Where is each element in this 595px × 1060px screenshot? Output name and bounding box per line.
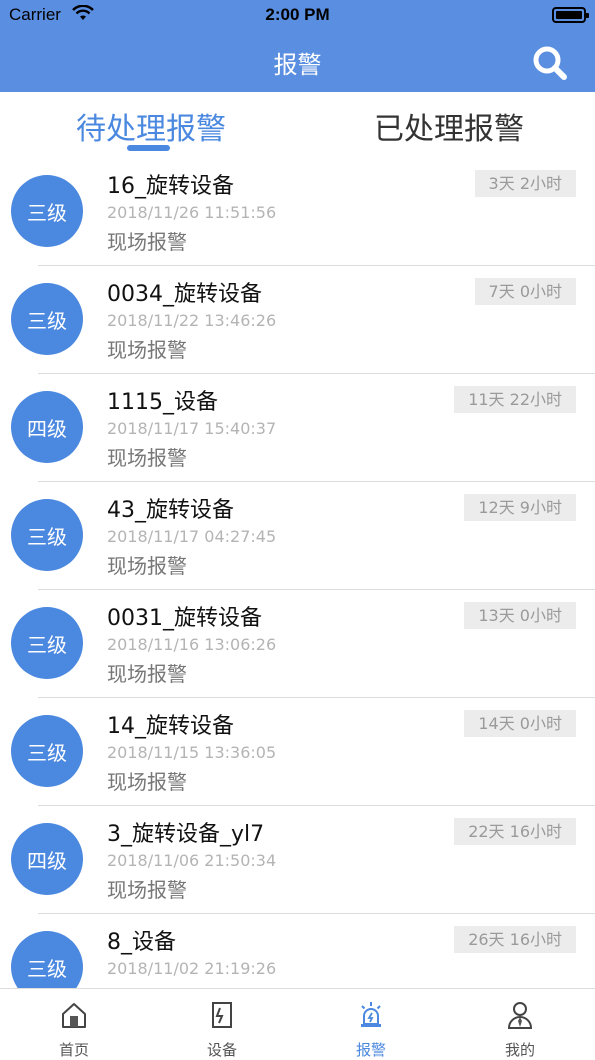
device-icon [212,1002,232,1028]
list-item[interactable]: 三级 16_旋转设备 2018/11/26 11:51:56 现场报警 3天 2… [0,158,595,266]
duration-badge: 11天 22小时 [454,386,576,413]
alarm-type: 现场报警 [107,446,187,470]
device-name: 0031_旋转设备 [107,606,262,631]
alarm-timestamp: 2018/11/16 13:06:26 [107,635,277,654]
level-badge: 四级 [11,823,83,895]
tabbar-item-profile[interactable]: 我的 [446,989,594,1060]
profile-icon [507,1002,533,1029]
device-name: 1115_设备 [107,390,218,415]
tabbar-item-device[interactable]: 设备 [148,989,296,1060]
duration-badge: 12天 9小时 [464,494,576,521]
list-item[interactable]: 三级 14_旋转设备 2018/11/15 13:36:05 现场报警 14天 … [0,698,595,806]
tabbar-label: 我的 [504,1041,535,1059]
alarm-timestamp: 2018/11/15 13:36:05 [107,743,277,762]
tab-processed-alarms[interactable]: 已处理报警 [374,104,524,148]
search-icon [533,46,567,80]
device-name: 0034_旋转设备 [107,282,262,307]
clock: 2:00 PM [265,5,330,24]
duration-badge: 13天 0小时 [464,602,576,629]
duration-badge: 22天 16小时 [454,818,576,845]
list-item[interactable]: 四级 1115_设备 2018/11/17 15:40:37 现场报警 11天 … [0,374,595,482]
duration-badge: 3天 2小时 [474,170,576,197]
alarm-type: 现场报警 [107,662,187,686]
level-badge: 三级 [11,499,83,571]
alarm-timestamp: 2018/11/26 11:51:56 [107,203,277,222]
status-bar: Carrier 2:00 PM [0,0,595,30]
device-name: 3_旋转设备_yl7 [107,822,265,847]
nav-header: Carrier 2:00 PM 报警 [0,0,595,92]
alarm-type: 现场报警 [107,554,187,578]
search-button[interactable] [531,44,569,82]
alarm-type: 现场报警 [107,230,187,254]
device-name: 16_旋转设备 [107,174,234,199]
duration-badge: 7天 0小时 [474,278,576,305]
level-badge: 三级 [11,175,83,247]
list-item[interactable]: 三级 0031_旋转设备 2018/11/16 13:06:26 现场报警 13… [0,590,595,698]
level-badge: 三级 [11,283,83,355]
alarm-type: 现场报警 [107,338,187,362]
tab-indicator [127,145,170,151]
bottom-tab-bar: 首页 设备 报警 我的 [0,988,595,1059]
alarm-timestamp: 2018/11/02 21:19:26 [107,959,277,978]
alarm-timestamp: 2018/11/22 13:46:26 [107,311,277,330]
alarm-list[interactable]: 三级 16_旋转设备 2018/11/26 11:51:56 现场报警 3天 2… [0,158,595,988]
level-badge: 三级 [11,931,83,988]
list-item[interactable]: 三级 43_旋转设备 2018/11/17 04:27:45 现场报警 12天 … [0,482,595,590]
level-badge: 三级 [11,715,83,787]
home-icon [62,1003,86,1028]
tab-pending-alarms[interactable]: 待处理报警 [76,104,226,148]
alarm-timestamp: 2018/11/06 21:50:34 [107,851,277,870]
tabbar-item-home[interactable]: 首页 [0,989,148,1060]
duration-badge: 26天 16小时 [454,926,576,953]
alarm-tabs: 待处理报警 已处理报警 [0,92,595,158]
list-item[interactable]: 四级 3_旋转设备_yl7 2018/11/06 21:50:34 现场报警 2… [0,806,595,914]
device-name: 14_旋转设备 [107,714,234,739]
battery-icon [552,7,589,23]
tabbar-label: 设备 [206,1041,237,1059]
tabbar-item-alarm[interactable]: 报警 [297,989,445,1060]
device-name: 8_设备 [107,930,176,955]
alarm-timestamp: 2018/11/17 15:40:37 [107,419,277,438]
level-badge: 三级 [11,607,83,679]
duration-badge: 14天 0小时 [464,710,576,737]
tabbar-label: 首页 [58,1041,89,1059]
alarm-icon [361,1002,381,1027]
list-item[interactable]: 三级 0034_旋转设备 2018/11/22 13:46:26 现场报警 7天… [0,266,595,374]
list-item[interactable]: 三级 8_设备 2018/11/02 21:19:26 现场报警 26天 16小… [0,914,595,988]
page-title: 报警 [273,51,322,79]
tabbar-label: 报警 [355,1041,386,1059]
device-name: 43_旋转设备 [107,498,234,523]
alarm-timestamp: 2018/11/17 04:27:45 [107,527,277,546]
alarm-type: 现场报警 [107,878,187,902]
level-badge: 四级 [11,391,83,463]
alarm-type: 现场报警 [107,770,187,794]
